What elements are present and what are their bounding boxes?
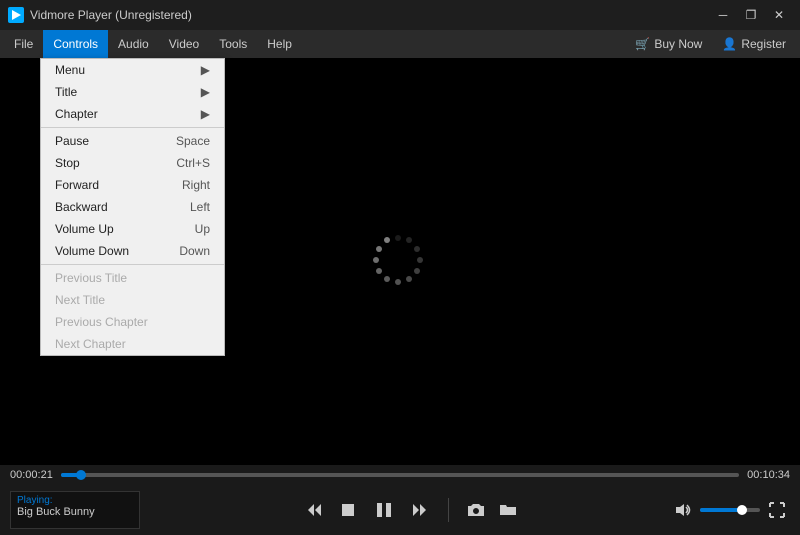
shortcut-label: Ctrl+S [176, 156, 210, 170]
register-button[interactable]: 👤 Register [712, 33, 796, 55]
restore-button[interactable]: ❐ [738, 5, 764, 25]
progress-thumb [76, 470, 86, 480]
screenshot-button[interactable] [463, 497, 489, 523]
menu-item-menu[interactable]: Menu ▶ [41, 59, 224, 81]
spinner-dot [384, 237, 390, 243]
menu-item-label: Next Title [55, 293, 105, 307]
spinner-dot [414, 246, 420, 252]
loading-spinner [370, 232, 430, 292]
volume-fill [700, 508, 742, 512]
menu-item-label: Previous Chapter [55, 315, 148, 329]
menu-item-next-chapter: Next Chapter [41, 333, 224, 355]
menu-item-forward[interactable]: Forward Right [41, 174, 224, 196]
progress-bar-container: 00:00:21 00:10:34 [0, 465, 800, 485]
volume-track[interactable] [700, 508, 760, 512]
shortcut-label: Up [195, 222, 210, 236]
minimize-button[interactable]: ─ [710, 5, 736, 25]
menu-item-previous-chapter: Previous Chapter [41, 311, 224, 333]
menu-item-pause[interactable]: Pause Space [41, 130, 224, 152]
volume-thumb [737, 505, 747, 515]
user-icon: 👤 [722, 37, 737, 51]
stop-button[interactable] [334, 496, 362, 524]
now-playing-title: Big Buck Bunny [17, 506, 133, 518]
menu-item-tools[interactable]: Tools [209, 30, 257, 58]
menu-item-chapter[interactable]: Chapter ▶ [41, 103, 224, 125]
menu-item-video[interactable]: Video [159, 30, 209, 58]
spinner-dot [414, 268, 420, 274]
center-controls [150, 494, 670, 526]
buy-now-button[interactable]: 🛒 Buy Now [625, 33, 712, 55]
spinner-dot [406, 237, 412, 243]
menu-item-audio[interactable]: Audio [108, 30, 159, 58]
menu-item-label: Previous Title [55, 271, 127, 285]
right-controls [670, 497, 790, 523]
menu-item-previous-title: Previous Title [41, 267, 224, 289]
menu-items: FileControlsAudioVideoToolsHelp [4, 30, 302, 58]
menu-item-label: Next Chapter [55, 337, 126, 351]
now-playing-box: Playing: Big Buck Bunny [10, 491, 140, 529]
progress-fill [61, 473, 81, 477]
spinner-dot [395, 279, 401, 285]
menu-item-label: Backward [55, 200, 108, 214]
menu-item-label: Menu [55, 63, 85, 77]
submenu-arrow-icon: ▶ [201, 63, 210, 77]
menu-item-label: Volume Up [55, 222, 114, 236]
current-time: 00:00:21 [10, 469, 53, 481]
now-playing-label: Playing: [17, 495, 133, 506]
playback-row: Playing: Big Buck Bunny [0, 485, 800, 535]
menu-item-title[interactable]: Title ▶ [41, 81, 224, 103]
menu-item-volume-up[interactable]: Volume Up Up [41, 218, 224, 240]
fullscreen-button[interactable] [764, 497, 790, 523]
bottom-controls: 00:00:21 00:10:34 Playing: Big Buck Bunn… [0, 465, 800, 535]
volume-button[interactable] [670, 497, 696, 523]
total-time: 00:10:34 [747, 469, 790, 481]
buy-now-label: Buy Now [654, 37, 702, 51]
controls-dropdown: Menu ▶ Title ▶ Chapter ▶ Pause Space Stop Ctrl+S F… [40, 58, 225, 356]
control-divider [448, 498, 449, 522]
shortcut-label: Left [190, 200, 210, 214]
spinner-dot [376, 246, 382, 252]
submenu-arrow-icon: ▶ [201, 107, 210, 121]
menu-item-next-title: Next Title [41, 289, 224, 311]
menu-item-label: Pause [55, 134, 89, 148]
window-controls: ─ ❐ ✕ [710, 5, 792, 25]
submenu-arrow-icon: ▶ [201, 85, 210, 99]
app-title: Vidmore Player (Unregistered) [30, 8, 710, 22]
menu-separator [41, 127, 224, 128]
shortcut-label: Space [176, 134, 210, 148]
cart-icon: 🛒 [635, 37, 650, 51]
menu-item-backward[interactable]: Backward Left [41, 196, 224, 218]
menu-item-file[interactable]: File [4, 30, 43, 58]
close-button[interactable]: ✕ [766, 5, 792, 25]
progress-track[interactable] [61, 473, 739, 477]
pause-button[interactable] [368, 494, 400, 526]
forward-button[interactable] [406, 496, 434, 524]
menu-item-volume-down[interactable]: Volume Down Down [41, 240, 224, 262]
spinner-dot [395, 235, 401, 241]
menu-item-stop[interactable]: Stop Ctrl+S [41, 152, 224, 174]
menu-item-label: Volume Down [55, 244, 129, 258]
register-label: Register [741, 37, 786, 51]
menu-item-label: Chapter [55, 107, 98, 121]
menu-item-label: Stop [55, 156, 80, 170]
menu-separator [41, 264, 224, 265]
folder-button[interactable] [495, 497, 521, 523]
menu-bar: FileControlsAudioVideoToolsHelp 🛒 Buy No… [0, 30, 800, 58]
menu-item-help[interactable]: Help [257, 30, 302, 58]
menu-item-label: Title [55, 85, 77, 99]
spinner-dot [384, 276, 390, 282]
menu-right: 🛒 Buy Now 👤 Register [625, 33, 796, 55]
spinner-dot [376, 268, 382, 274]
menu-item-controls[interactable]: Controls [43, 30, 108, 58]
shortcut-label: Right [182, 178, 210, 192]
spinner-dot [373, 257, 379, 263]
spinner-dot [417, 257, 423, 263]
rewind-button[interactable] [300, 496, 328, 524]
app-icon [8, 7, 24, 23]
shortcut-label: Down [179, 244, 210, 258]
menu-item-label: Forward [55, 178, 99, 192]
title-bar: Vidmore Player (Unregistered) ─ ❐ ✕ [0, 0, 800, 30]
spinner-dot [406, 276, 412, 282]
